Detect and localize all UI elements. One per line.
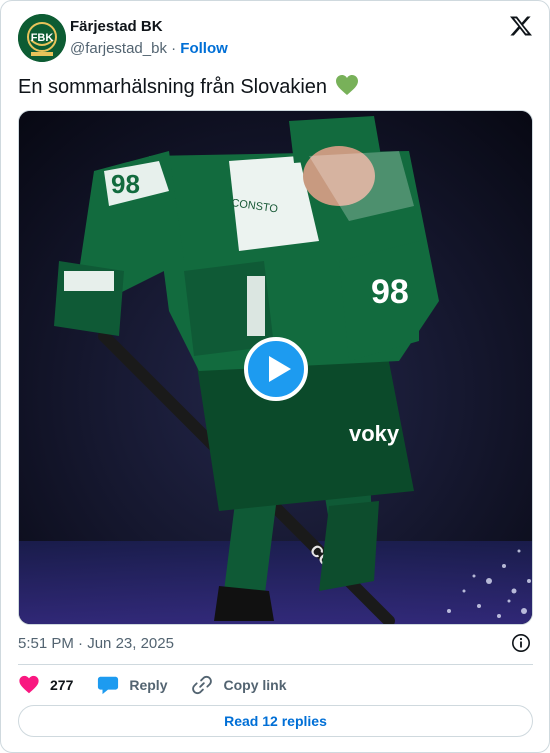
video-media[interactable]: CCM voky CONSTO 98 98	[18, 110, 533, 625]
svg-text:FBK: FBK	[31, 32, 54, 44]
action-bar: 277 Reply Copy link	[18, 673, 311, 697]
pants-sponsor: voky	[349, 421, 400, 446]
x-logo-icon[interactable]	[509, 14, 533, 38]
like-button[interactable]: 277	[18, 674, 73, 696]
heart-icon	[19, 675, 39, 694]
reply-button[interactable]: Reply	[97, 674, 167, 696]
back-number: 98	[371, 273, 409, 311]
tweet-card: FBK Färjestad BK @farjestad_bk · Follow …	[0, 0, 550, 753]
reply-label: Reply	[129, 677, 168, 693]
timestamp[interactable]: 5:51 PM · Jun 23, 2025	[18, 635, 174, 652]
author-name[interactable]: Färjestad BK	[70, 18, 163, 35]
play-icon[interactable]	[244, 337, 308, 401]
like-count: 277	[50, 677, 74, 693]
link-icon	[192, 675, 213, 695]
copy-link-button[interactable]: Copy link	[191, 674, 287, 696]
separator: ·	[78, 635, 84, 652]
date: Jun 23, 2025	[87, 635, 174, 652]
read-replies-button[interactable]: Read 12 replies	[18, 705, 533, 737]
club-logo-icon: FBK	[18, 14, 66, 62]
reply-bubble-icon	[98, 676, 119, 695]
separator: ·	[171, 40, 177, 57]
avatar[interactable]: FBK	[18, 14, 66, 62]
author-handle[interactable]: @farjestad_bk	[70, 40, 167, 57]
follow-button[interactable]: Follow	[180, 40, 228, 57]
copy-link-label: Copy link	[223, 677, 287, 693]
green-heart-icon	[335, 75, 358, 95]
info-icon[interactable]	[511, 633, 531, 653]
sleeve-number: 98	[111, 169, 140, 199]
author-handle-row: @farjestad_bk · Follow	[70, 40, 228, 57]
divider	[18, 664, 533, 665]
time: 5:51 PM	[18, 635, 74, 652]
tweet-text: En sommarhälsning från Slovakien	[18, 74, 359, 99]
tweet-body: En sommarhälsning från Slovakien	[18, 76, 328, 98]
